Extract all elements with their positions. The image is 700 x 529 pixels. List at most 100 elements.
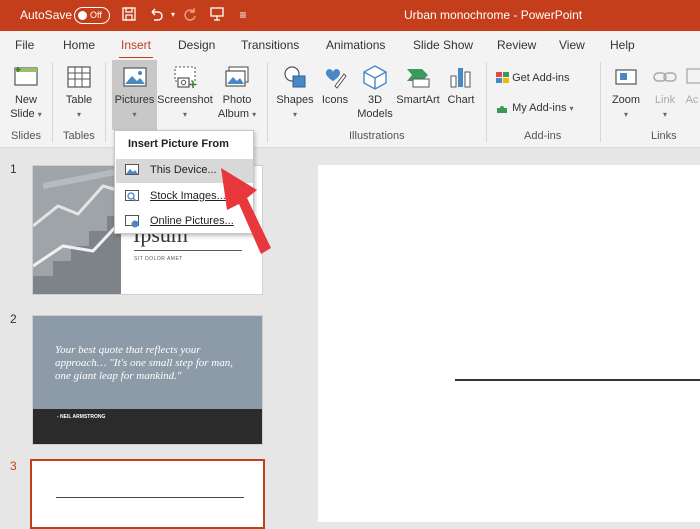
- shapes-button[interactable]: Shapes ▾: [275, 64, 315, 122]
- pictures-label: Pictures: [114, 94, 155, 106]
- group-tables-label: Tables: [63, 130, 95, 142]
- stairs-image: [33, 166, 123, 294]
- tab-insert[interactable]: Insert: [118, 38, 154, 60]
- slide-number: 1: [10, 162, 17, 176]
- chevron-down-icon: ▾: [252, 110, 257, 119]
- link-label: Link: [654, 94, 676, 106]
- photo-album-button[interactable]: Photo Album ▾: [217, 64, 257, 122]
- stock-images-icon: [125, 190, 139, 203]
- ribbon-divider: [486, 62, 487, 142]
- present-icon[interactable]: [208, 6, 226, 24]
- chart-button[interactable]: Chart: [444, 64, 478, 107]
- new-slide-label-2: Slide: [10, 108, 35, 120]
- get-addins-button[interactable]: Get Add-ins: [496, 72, 570, 84]
- device-picture-icon: [125, 164, 139, 177]
- shapes-icon: [281, 64, 309, 90]
- smartart-icon: [404, 64, 432, 90]
- chevron-down-icon: ▾: [569, 104, 574, 113]
- addins-icon: [496, 102, 509, 114]
- table-label: Table: [65, 94, 93, 106]
- slide-editing-canvas[interactable]: [318, 165, 700, 522]
- chevron-down-icon: ▾: [76, 110, 81, 119]
- ribbon-divider: [267, 62, 268, 142]
- zoom-button[interactable]: Zoom ▾: [607, 64, 645, 122]
- tab-view[interactable]: View: [559, 38, 585, 52]
- slide2-quote: Your best quote that reflects your appro…: [55, 344, 233, 382]
- chevron-down-icon: ▾: [623, 110, 628, 119]
- slide1-subtitle: SIT DOLOR AMET: [134, 256, 183, 262]
- zoom-label: Zoom: [611, 94, 641, 106]
- table-icon: [65, 64, 93, 90]
- ribbon-divider: [52, 62, 53, 142]
- photo-album-label-2: Album: [217, 108, 250, 120]
- chevron-down-icon: ▾: [132, 110, 137, 119]
- my-addins-label: My Add-ins: [512, 102, 567, 114]
- undo-icon[interactable]: [147, 6, 165, 24]
- ribbon-divider: [600, 62, 601, 142]
- link-button[interactable]: Link ▾: [650, 64, 680, 122]
- slide-number: 2: [10, 312, 17, 326]
- smartart-button[interactable]: SmartArt: [394, 64, 442, 107]
- action-label: Ac: [685, 94, 699, 106]
- ribbon-tabs: File Home Insert Design Transitions Anim…: [0, 31, 700, 60]
- tab-file[interactable]: File: [15, 38, 34, 52]
- group-addins-label: Add-ins: [524, 130, 562, 142]
- 3d-models-label-2: Models: [357, 108, 393, 120]
- photo-album-icon: [223, 64, 251, 90]
- red-arrow-annotation: [213, 162, 273, 262]
- 3d-models-label-1: 3D: [367, 94, 383, 106]
- document-title: Urban monochrome - PowerPoint: [404, 8, 583, 22]
- new-slide-label-1: New: [14, 94, 37, 106]
- shapes-label: Shapes: [276, 94, 314, 106]
- zoom-icon: [612, 64, 640, 90]
- slide3-rule: [56, 497, 244, 498]
- tab-slide-show[interactable]: Slide Show: [413, 38, 473, 52]
- action-button[interactable]: Ac: [684, 64, 700, 107]
- screenshot-button[interactable]: Screenshot ▾: [157, 64, 213, 122]
- customize-toolbar-icon[interactable]: ≡: [234, 6, 252, 24]
- picture-icon: [121, 64, 149, 90]
- icons-button[interactable]: Icons: [318, 64, 352, 107]
- ribbon: New Slide ▾ Slides Table ▾ Tables Pictures…: [0, 58, 700, 148]
- group-slides-label: Slides: [11, 130, 41, 142]
- undo-dropdown-icon[interactable]: ▾: [164, 6, 182, 24]
- pictures-button[interactable]: Pictures ▾: [112, 60, 157, 130]
- title-bar: AutoSave Off ▾ ≡ Urban monochrome - Powe…: [0, 0, 700, 31]
- chevron-down-icon: ▾: [662, 110, 667, 119]
- slide-thumbnail-2[interactable]: Your best quote that reflects your appro…: [32, 315, 263, 445]
- redo-icon[interactable]: [181, 6, 199, 24]
- photo-album-label-1: Photo: [222, 94, 252, 106]
- save-icon[interactable]: [120, 6, 138, 24]
- autosave-label: AutoSave: [20, 8, 73, 22]
- new-slide-button[interactable]: New Slide ▾: [6, 64, 46, 122]
- tab-review[interactable]: Review: [497, 38, 536, 52]
- toggle-state: Off: [90, 10, 102, 20]
- 3d-models-button[interactable]: 3D Models: [355, 64, 395, 121]
- ribbon-divider: [105, 62, 106, 142]
- tab-design[interactable]: Design: [178, 38, 215, 52]
- tab-home[interactable]: Home: [63, 38, 95, 52]
- online-pictures-icon: [125, 215, 139, 228]
- icons-icon: [321, 64, 349, 90]
- icons-label: Icons: [321, 94, 349, 106]
- slide2-footer: - NEIL ARMSTRONG: [33, 409, 262, 444]
- my-addins-button[interactable]: My Add-ins ▾: [496, 102, 574, 114]
- autosave-toggle[interactable]: Off: [74, 7, 110, 24]
- action-icon: [684, 64, 700, 90]
- chevron-down-icon: ▾: [182, 110, 187, 119]
- link-icon: [651, 64, 679, 90]
- slide-thumbnail-3[interactable]: [30, 459, 265, 529]
- cube-icon: [361, 64, 389, 90]
- group-illustrations-label: Illustrations: [349, 130, 405, 142]
- table-button[interactable]: Table ▾: [60, 64, 98, 122]
- group-links-label: Links: [651, 130, 677, 142]
- get-addins-label: Get Add-ins: [512, 72, 570, 84]
- tab-help[interactable]: Help: [610, 38, 635, 52]
- new-slide-icon: [12, 64, 40, 90]
- slide2-author: - NEIL ARMSTRONG: [57, 414, 106, 420]
- tab-animations[interactable]: Animations: [326, 38, 385, 52]
- chevron-down-icon: ▾: [292, 110, 297, 119]
- tab-transitions[interactable]: Transitions: [241, 38, 299, 52]
- menu-item-label: This Device...: [150, 164, 217, 176]
- slide-number: 3: [10, 459, 17, 473]
